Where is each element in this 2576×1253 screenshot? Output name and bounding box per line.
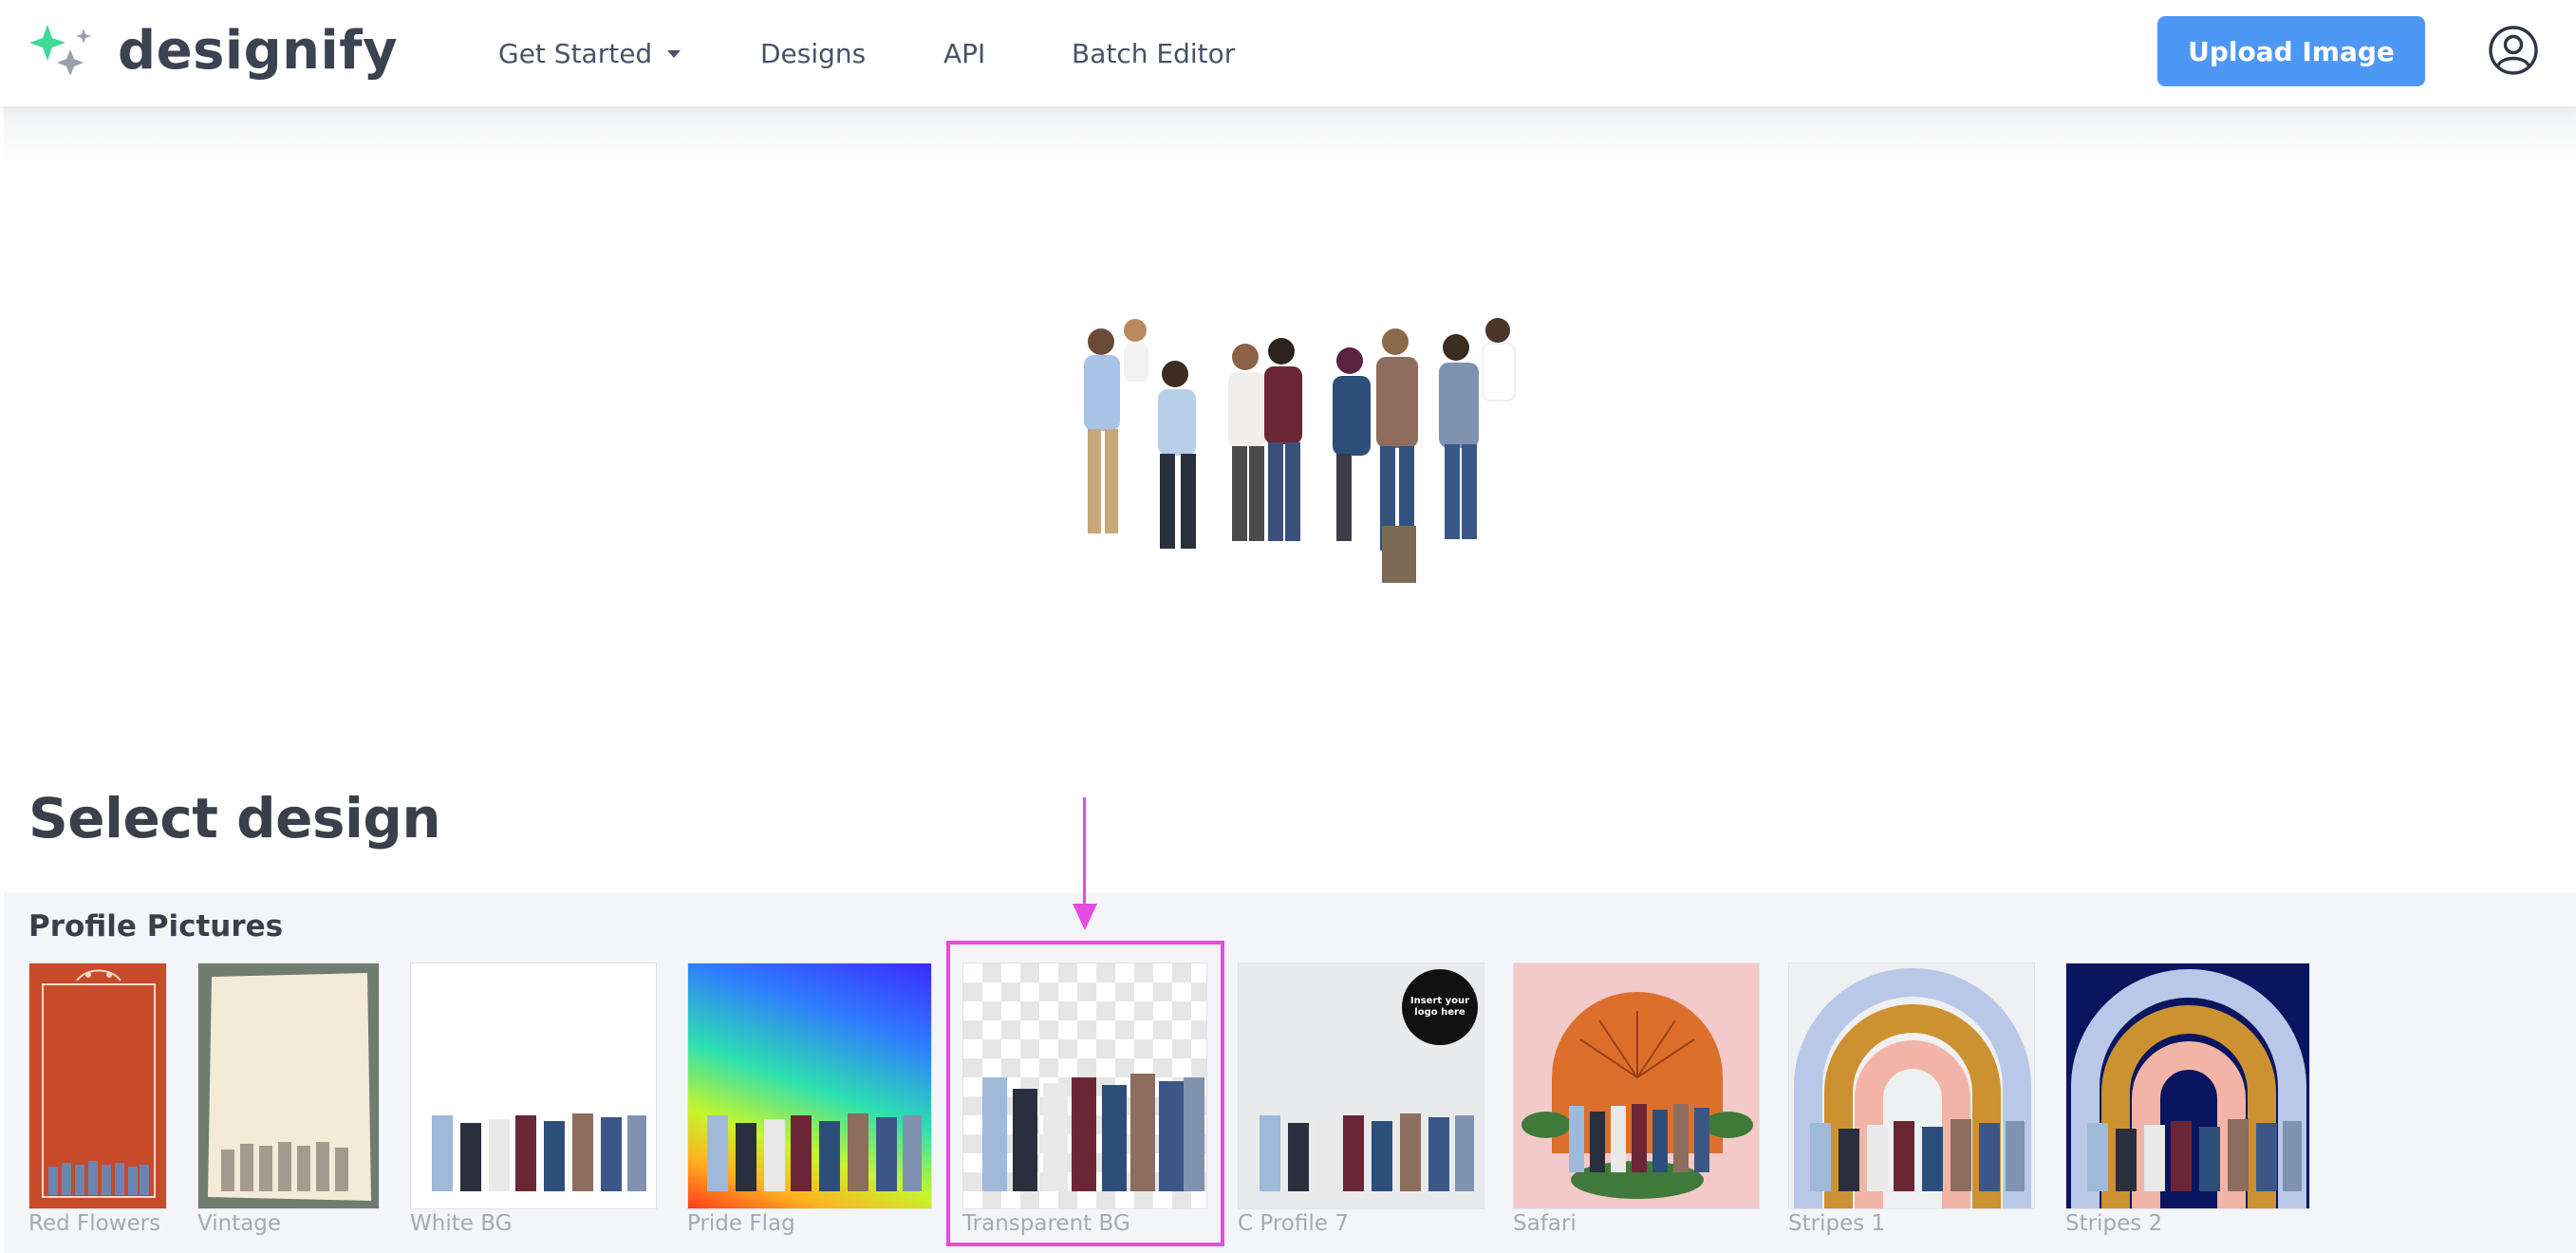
design-label-safari: Safari (1513, 1211, 1577, 1236)
logo[interactable]: designify (27, 19, 398, 82)
design-thumb-white-bg[interactable] (410, 963, 657, 1209)
nav-batch-editor[interactable]: Batch Editor (1072, 38, 1235, 69)
design-label-red-flowers: Red Flowers (28, 1211, 161, 1236)
stripes-1-art (1794, 968, 2031, 1208)
vintage-art (208, 973, 371, 1201)
design-label-pride-flag: Pride Flag (687, 1211, 795, 1236)
design-thumb-stripes-1[interactable] (1788, 963, 2035, 1209)
preview-image (1084, 318, 1516, 583)
design-label-white-bg: White BG (410, 1211, 513, 1236)
section-label-profile-pictures: Profile Pictures (28, 909, 284, 944)
white-bg-people (432, 1113, 646, 1191)
design-label-c-profile-7: C Profile 7 (1238, 1211, 1349, 1236)
brand-name: designify (118, 19, 399, 82)
stripes-2-art (2071, 969, 2306, 1208)
safari-art (1521, 992, 1753, 1199)
sparkle-logo-icon (29, 25, 91, 76)
person-figures (1084, 318, 1516, 583)
nav-get-started[interactable]: Get Started (498, 38, 688, 69)
design-thumb-stripes-2[interactable] (2065, 963, 2310, 1209)
design-thumb-red-flowers[interactable] (28, 963, 167, 1209)
page: designify Get Started Designs API Batch … (0, 0, 2576, 1253)
design-thumb-pride-flag[interactable] (687, 963, 932, 1209)
nav-designs[interactable]: Designs (760, 38, 866, 69)
nav-api[interactable]: API (943, 38, 985, 69)
selection-highlight (946, 941, 1224, 1246)
design-label-vintage: Vintage (197, 1211, 282, 1236)
top-navbar: designify Get Started Designs API Batch … (0, 0, 2576, 106)
arrow-down-icon (1073, 904, 1097, 930)
design-label-stripes-1: Stripes 1 (1788, 1211, 1886, 1236)
hero-background (4, 106, 2576, 173)
red-flowers-art (42, 969, 156, 1198)
upload-image-button[interactable]: Upload Image (2157, 16, 2425, 86)
annotation-arrow (1083, 797, 1086, 909)
design-thumb-safari[interactable] (1513, 963, 1760, 1209)
user-circle-icon[interactable] (2488, 25, 2539, 76)
pride-flag-people (707, 1113, 922, 1191)
select-design-heading: Select design (28, 786, 441, 851)
design-thumb-vintage[interactable] (197, 963, 380, 1209)
nav-get-started-label: Get Started (498, 37, 653, 69)
caret-down-icon (667, 50, 681, 58)
design-thumb-c-profile-7[interactable]: Insert your logo here (1238, 963, 1484, 1209)
design-label-stripes-2: Stripes 2 (2065, 1211, 2163, 1236)
logo-placeholder-badge: Insert your logo here (1402, 969, 1478, 1045)
